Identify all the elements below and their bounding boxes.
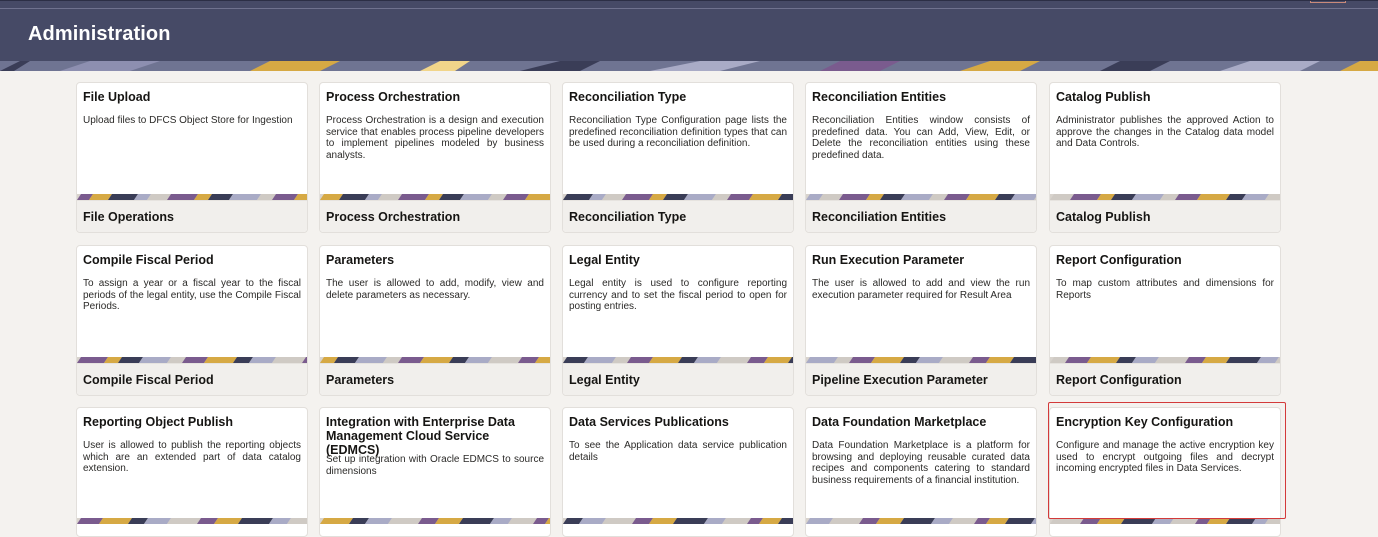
tile-footer-label: Report Configuration <box>1056 373 1182 387</box>
tile-description: Legal entity is used to configure report… <box>569 278 787 312</box>
tile-title: Report Configuration <box>1056 253 1182 267</box>
tile-description: Set up integration with Oracle EDMCS to … <box>326 454 544 477</box>
tile-title: Encryption Key Configuration <box>1056 415 1234 429</box>
tile-data-foundation-marketplace[interactable]: Data Foundation Marketplace Data Foundati… <box>805 407 1037 537</box>
tile-decorative-band <box>1050 518 1280 524</box>
tile-footer-label: Parameters <box>326 373 395 387</box>
tile-description: Administrator publishes the approved Act… <box>1056 115 1274 149</box>
tile-parameters[interactable]: Parameters The user is allowed to add, mo… <box>319 245 551 396</box>
tile-footer[interactable]: Legal Entity <box>563 363 793 395</box>
tile-title: Reconciliation Type <box>569 90 687 104</box>
tile-decorative-band <box>806 518 1036 524</box>
tile-description: Upload files to DFCS Object Store for In… <box>83 115 293 126</box>
tile-footer-label: Legal Entity <box>569 373 640 387</box>
tile-footer-label: Catalog Publish <box>1056 210 1151 224</box>
tile-footer[interactable]: Parameters <box>320 363 550 395</box>
tile-reconciliation-type[interactable]: Reconciliation Type Reconciliation Type C… <box>562 82 794 233</box>
tile-title: Run Execution Parameter <box>812 253 965 267</box>
header-top-rule <box>0 8 1378 9</box>
tile-description: Data Foundation Marketplace is a platfor… <box>812 440 1030 486</box>
page-title: Administration <box>28 23 171 45</box>
tile-footer-label: Reconciliation Type <box>569 210 687 224</box>
tile-footer[interactable]: Pipeline Execution Parameter <box>806 363 1036 395</box>
tile-catalog-publish[interactable]: Catalog Publish Administrator publishes t… <box>1049 82 1281 233</box>
tile-reconciliation-entities[interactable]: Reconciliation Entities Reconciliation En… <box>805 82 1037 233</box>
tile-legal-entity[interactable]: Legal Entity Legal entity is used to conf… <box>562 245 794 396</box>
tile-report-configuration[interactable]: Report Configuration To map custom attrib… <box>1049 245 1281 396</box>
tile-description: User is allowed to publish the reporting… <box>83 440 301 474</box>
tile-description: To map custom attributes and dimensions … <box>1056 278 1274 301</box>
tile-run-execution-parameter[interactable]: Run Execution Parameter The user is allow… <box>805 245 1037 396</box>
tile-footer[interactable]: Report Configuration <box>1050 363 1280 395</box>
tile-title: Data Services Publications <box>569 415 729 429</box>
tile-data-services-publications[interactable]: Data Services Publications To see the App… <box>562 407 794 537</box>
header-decorative-pattern <box>0 61 1378 71</box>
tile-title: Reporting Object Publish <box>83 415 234 429</box>
tile-footer[interactable]: Reconciliation Entities <box>806 200 1036 232</box>
tile-compile-fiscal-period[interactable]: Compile Fiscal Period To assign a year or… <box>76 245 308 396</box>
header-corner-mark <box>1310 1 1346 3</box>
tile-footer-label: Reconciliation Entities <box>812 210 947 224</box>
tile-reporting-object-publish[interactable]: Reporting Object Publish User is allowed … <box>76 407 308 537</box>
tile-footer[interactable]: Compile Fiscal Period <box>77 363 307 395</box>
tile-process-orchestration[interactable]: Process Orchestration Process Orchestrati… <box>319 82 551 233</box>
tile-title: Parameters <box>326 253 395 267</box>
tile-footer[interactable]: Process Orchestration <box>320 200 550 232</box>
tile-decorative-band <box>563 518 793 524</box>
tile-decorative-band <box>320 518 550 524</box>
tile-integration-with-enterprise-data-management-cloud-service-edmcs[interactable]: Integration with Enterprise Data Managem… <box>319 407 551 537</box>
tile-footer[interactable]: Reconciliation Type <box>563 200 793 232</box>
tile-title: Legal Entity <box>569 253 640 267</box>
tile-footer[interactable]: File Operations <box>77 200 307 232</box>
tile-description: Reconciliation Type Configuration page l… <box>569 115 787 149</box>
tile-description: Process Orchestration is a design and ex… <box>326 115 544 161</box>
tile-footer-label: Compile Fiscal Period <box>83 373 214 387</box>
tile-footer-label: Pipeline Execution Parameter <box>812 373 988 387</box>
tile-file-upload[interactable]: File Upload Upload files to DFCS Object S… <box>76 82 308 233</box>
tile-title: Data Foundation Marketplace <box>812 415 987 429</box>
tile-title: Process Orchestration <box>326 90 461 104</box>
tile-decorative-band <box>77 518 307 524</box>
tile-footer-label: Process Orchestration <box>326 210 461 224</box>
tile-footer-label: File Operations <box>83 210 174 224</box>
tile-description: The user is allowed to add, modify, view… <box>326 278 544 301</box>
tile-title: Catalog Publish <box>1056 90 1151 104</box>
tile-description: To assign a year or a fiscal year to the… <box>83 278 301 312</box>
tile-encryption-key-configuration[interactable]: Encryption Key Configuration Configure an… <box>1049 407 1281 537</box>
tile-title: File Upload <box>83 90 151 104</box>
tile-description: Reconciliation Entities window consists … <box>812 115 1030 161</box>
tile-footer[interactable]: Catalog Publish <box>1050 200 1280 232</box>
tile-title: Compile Fiscal Period <box>83 253 214 267</box>
tile-description: Configure and manage the active encrypti… <box>1056 440 1274 474</box>
app-header: Administration <box>0 0 1378 71</box>
tile-title: Integration with Enterprise Data Managem… <box>326 415 515 457</box>
tile-title: Reconciliation Entities <box>812 90 947 104</box>
tile-description: The user is allowed to add and view the … <box>812 278 1030 301</box>
tile-description: To see the Application data service publ… <box>569 440 787 463</box>
